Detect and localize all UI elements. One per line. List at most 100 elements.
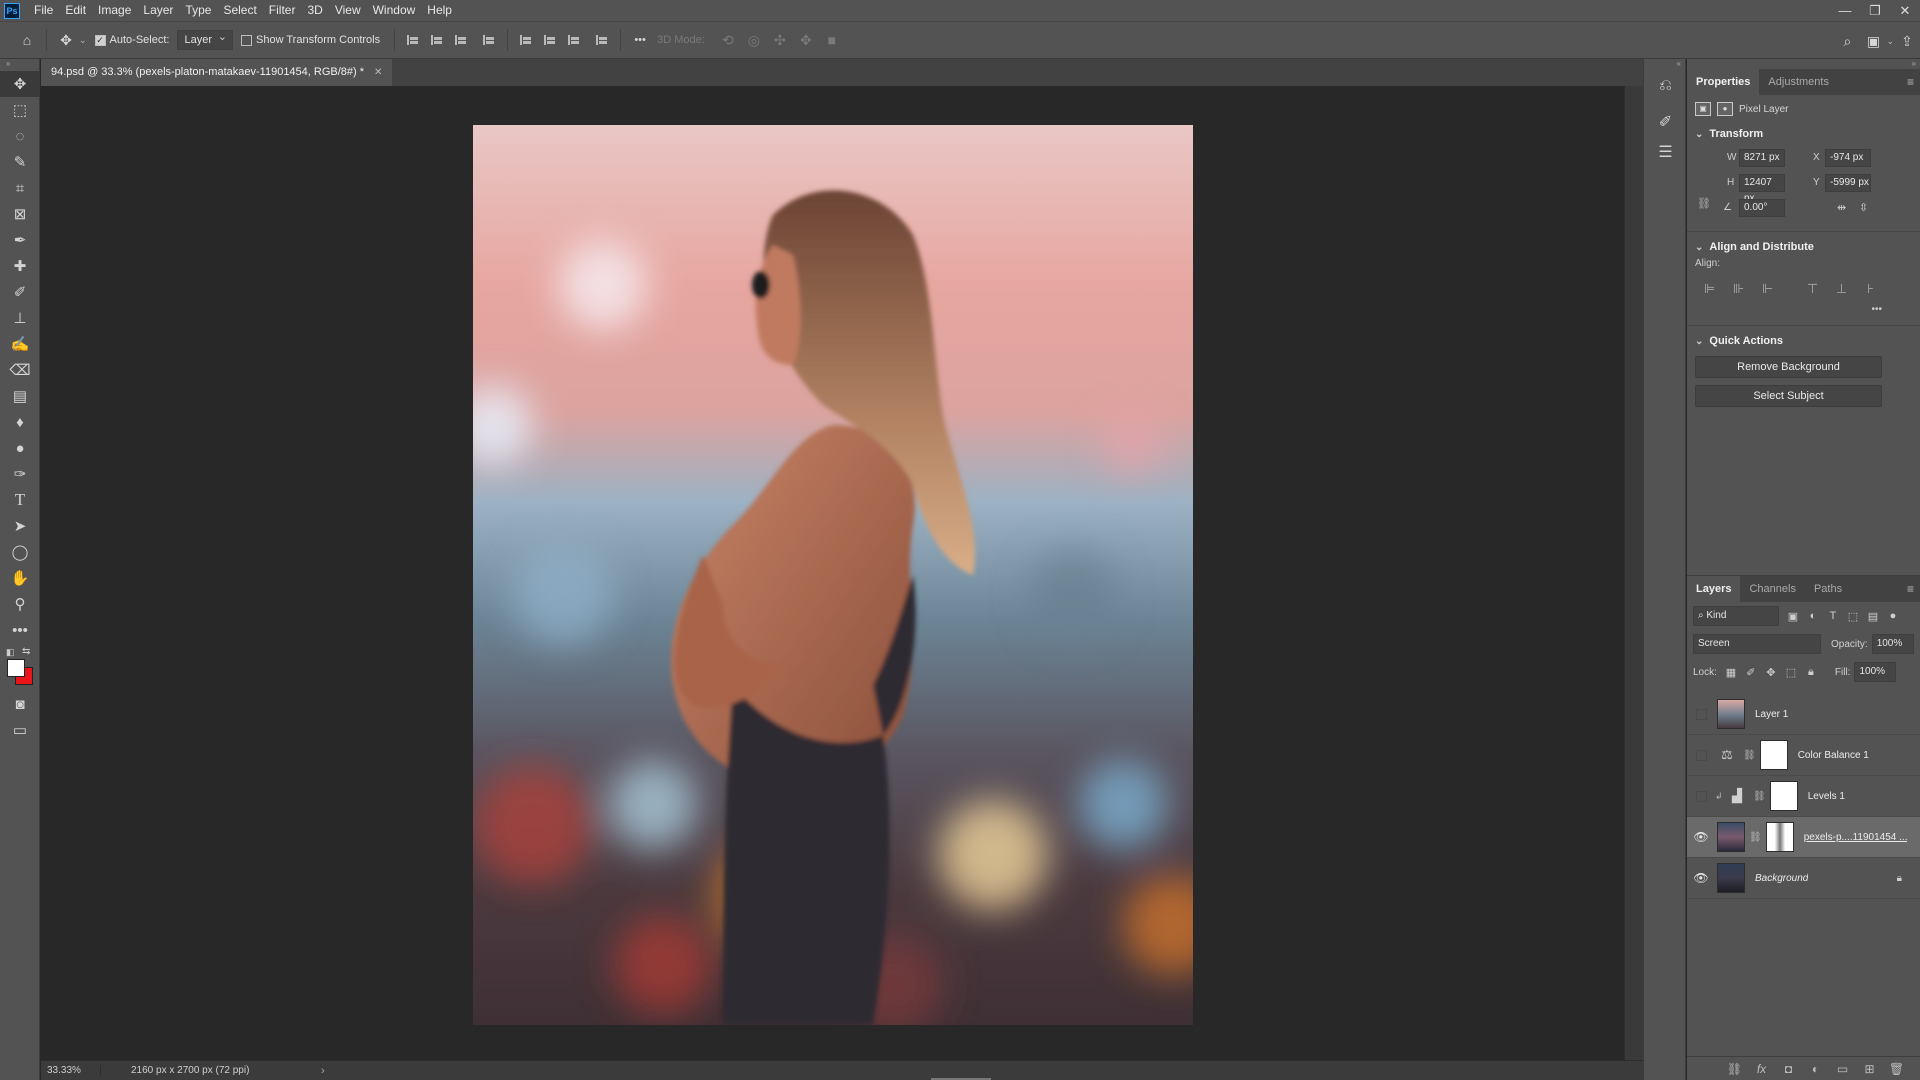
eye-icon[interactable]: 👁︎: [1687, 871, 1715, 885]
share-icon[interactable]: ⇪: [1894, 29, 1920, 53]
menu-select[interactable]: Select: [217, 0, 262, 21]
align-right-icon[interactable]: ⊩: [1753, 281, 1782, 297]
new-adjustment-icon[interactable]: ◐: [1802, 1062, 1829, 1076]
hand-tool-icon[interactable]: ✋: [0, 565, 40, 591]
gradient-tool-icon[interactable]: ▤: [0, 383, 40, 409]
align-horizontal-centers-icon[interactable]: [425, 28, 449, 52]
transform-section-header[interactable]: ⌄ Transform: [1687, 123, 1920, 145]
eyedropper-tool-icon[interactable]: ✒: [0, 227, 40, 253]
layer-mask-icon[interactable]: ●: [1717, 102, 1733, 116]
type-tool-icon[interactable]: T: [0, 487, 40, 513]
menu-layer[interactable]: Layer: [137, 0, 179, 21]
filter-shape-icon[interactable]: ⬚: [1843, 610, 1863, 623]
layer-row[interactable]: ↲ ▟ ⛓ Levels 1: [1687, 776, 1920, 817]
slide-3d-icon[interactable]: ✥: [793, 32, 819, 49]
layer-name[interactable]: pexels-p....11901454 ...: [1804, 832, 1908, 843]
delete-layer-icon[interactable]: 🗑︎: [1883, 1062, 1910, 1076]
search-icon[interactable]: ⌕: [1834, 29, 1860, 53]
minimize-button[interactable]: —: [1830, 0, 1860, 21]
layer-name[interactable]: Background: [1755, 873, 1808, 884]
lock-all-icon[interactable]: 🔒︎: [1801, 666, 1821, 679]
vertical-scrollbar[interactable]: [1624, 86, 1643, 1060]
lock-position-icon[interactable]: ✥: [1761, 666, 1781, 679]
filter-adjustment-icon[interactable]: ◐: [1803, 610, 1823, 622]
visibility-toggle[interactable]: [1687, 790, 1715, 802]
tab-adjustments[interactable]: Adjustments: [1759, 69, 1838, 95]
opacity-field[interactable]: 100%: [1871, 634, 1914, 654]
dodge-tool-icon[interactable]: ●: [0, 435, 40, 461]
angle-field[interactable]: 0.00°: [1739, 198, 1785, 217]
panel-menu-icon[interactable]: ≡: [1907, 582, 1914, 596]
lock-image-icon[interactable]: ✐: [1741, 666, 1761, 679]
tab-properties[interactable]: Properties: [1687, 69, 1760, 95]
clone-stamp-tool-icon[interactable]: ⊥: [0, 305, 40, 331]
blur-tool-icon[interactable]: ♦: [0, 409, 40, 435]
lock-transparent-icon[interactable]: ▦: [1721, 666, 1741, 679]
align-left-edges-icon[interactable]: [401, 28, 425, 52]
fx-icon[interactable]: fx: [1748, 1062, 1775, 1076]
move-tool-icon[interactable]: ✥: [0, 71, 40, 97]
collapse-toolbar-icon[interactable]: »: [0, 59, 39, 71]
tab-layers[interactable]: Layers: [1687, 576, 1741, 602]
align-bottom-edges-icon[interactable]: [562, 28, 586, 52]
height-field[interactable]: 12407 px: [1739, 173, 1785, 204]
frame-tool-icon[interactable]: ⊠: [0, 201, 40, 227]
quick-mask-icon[interactable]: ◙: [0, 691, 40, 717]
layer-name[interactable]: Color Balance 1: [1798, 750, 1869, 761]
eye-icon[interactable]: 👁︎: [1687, 830, 1715, 844]
history-brush-tool-icon[interactable]: ✍: [0, 331, 40, 357]
layer-name[interactable]: Levels 1: [1808, 791, 1845, 802]
zoom-level[interactable]: 33.33%: [41, 1065, 101, 1076]
distribute-vertical-icon[interactable]: [477, 28, 501, 52]
default-colors-icon[interactable]: ◧: [6, 647, 15, 658]
mask-thumbnail[interactable]: [1765, 822, 1794, 852]
distribute-horizontal-icon[interactable]: [590, 28, 614, 52]
move-tool-preset-icon[interactable]: ✥: [53, 28, 79, 52]
tab-channels[interactable]: Channels: [1740, 576, 1804, 602]
history-panel-icon[interactable]: ⎌: [1644, 71, 1687, 101]
show-transform-toggle[interactable]: Show Transform Controls: [241, 34, 380, 46]
align-top-edges-icon[interactable]: [514, 28, 538, 52]
layer-row-selected[interactable]: 👁︎ ⛓ pexels-p....11901454 ...: [1687, 817, 1920, 858]
path-selection-tool-icon[interactable]: ➤: [0, 513, 40, 539]
layer-row[interactable]: Layer 1: [1687, 694, 1920, 735]
edit-toolbar-icon[interactable]: •••: [0, 617, 40, 643]
align-middle-icon[interactable]: ⊥: [1827, 281, 1856, 297]
auto-select-toggle[interactable]: ✓ Auto-Select:: [94, 34, 169, 46]
pen-tool-icon[interactable]: ✑: [0, 461, 40, 487]
pan-3d-icon[interactable]: ✣: [767, 32, 793, 49]
workspace-icon[interactable]: ▣: [1860, 29, 1886, 53]
layer-row[interactable]: ⚖ ⛓ Color Balance 1: [1687, 735, 1920, 776]
layer-name[interactable]: Layer 1: [1755, 709, 1788, 720]
menu-file[interactable]: File: [28, 0, 59, 21]
home-icon[interactable]: ⌂: [14, 28, 40, 52]
filter-smart-object-icon[interactable]: ▤: [1863, 610, 1883, 623]
menu-filter[interactable]: Filter: [263, 0, 302, 21]
brush-settings-icon[interactable]: ✐: [1644, 107, 1687, 137]
layer-filter-dropdown[interactable]: ⌕ Kind: [1693, 606, 1779, 626]
menu-image[interactable]: Image: [92, 0, 137, 21]
align-section-header[interactable]: ⌄ Align and Distribute: [1687, 236, 1920, 258]
align-bottom-icon[interactable]: ⊦: [1856, 281, 1885, 297]
ellipse-tool-icon[interactable]: ◯: [0, 539, 40, 565]
menu-help[interactable]: Help: [421, 0, 458, 21]
select-subject-button[interactable]: Select Subject: [1695, 385, 1882, 407]
collapse-panels-icon[interactable]: «: [1677, 59, 1681, 68]
new-group-icon[interactable]: ▭: [1829, 1062, 1856, 1076]
auto-select-checkbox[interactable]: ✓: [94, 34, 106, 46]
blend-mode-dropdown[interactable]: Screen: [1693, 634, 1821, 654]
align-top-icon[interactable]: ⊤: [1798, 281, 1827, 297]
quick-actions-section-header[interactable]: ⌄ Quick Actions: [1687, 330, 1920, 352]
swap-colors-icon[interactable]: ⇆: [22, 646, 30, 657]
visibility-toggle[interactable]: [1687, 749, 1715, 761]
status-menu-arrow-icon[interactable]: ›: [321, 1065, 325, 1077]
remove-background-button[interactable]: Remove Background: [1695, 356, 1882, 378]
filter-pixel-icon[interactable]: ▣: [1783, 610, 1803, 623]
lock-artboard-icon[interactable]: ⬚: [1781, 666, 1801, 679]
scale-3d-icon[interactable]: ■: [819, 32, 845, 48]
filter-toggle-icon[interactable]: ●: [1883, 610, 1903, 622]
x-field[interactable]: -974 px: [1825, 148, 1871, 167]
menu-type[interactable]: Type: [179, 0, 217, 21]
align-more-button[interactable]: •••: [1687, 304, 1920, 318]
filter-type-icon[interactable]: T: [1823, 610, 1843, 622]
